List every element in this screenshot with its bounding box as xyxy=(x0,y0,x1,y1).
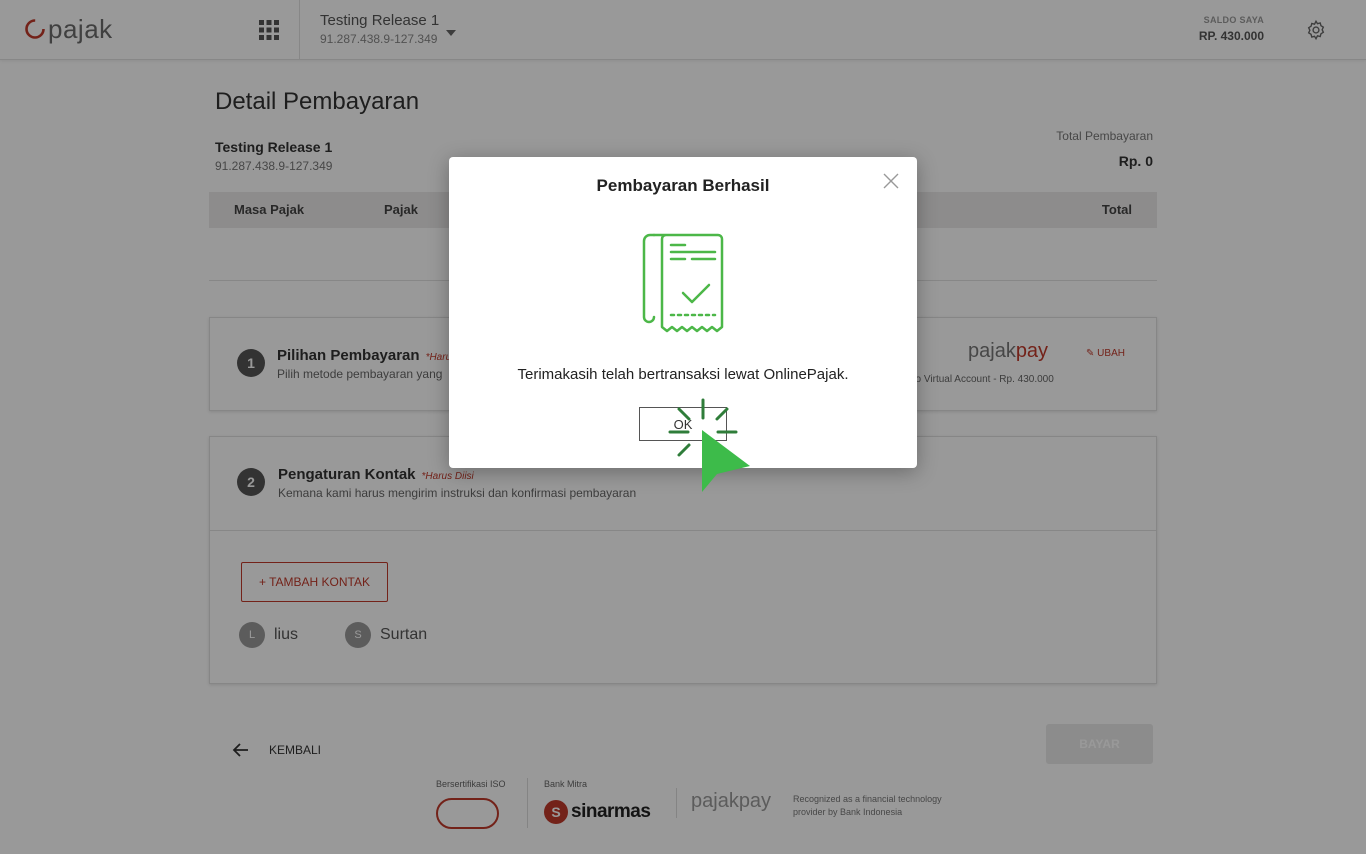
modal-title: Pembayaran Berhasil xyxy=(596,176,770,195)
click-cursor-icon xyxy=(668,398,750,492)
modal-message: Terimakasih telah bertransaksi lewat Onl… xyxy=(517,366,849,383)
close-icon[interactable] xyxy=(882,172,900,190)
receipt-success-icon xyxy=(642,233,724,333)
